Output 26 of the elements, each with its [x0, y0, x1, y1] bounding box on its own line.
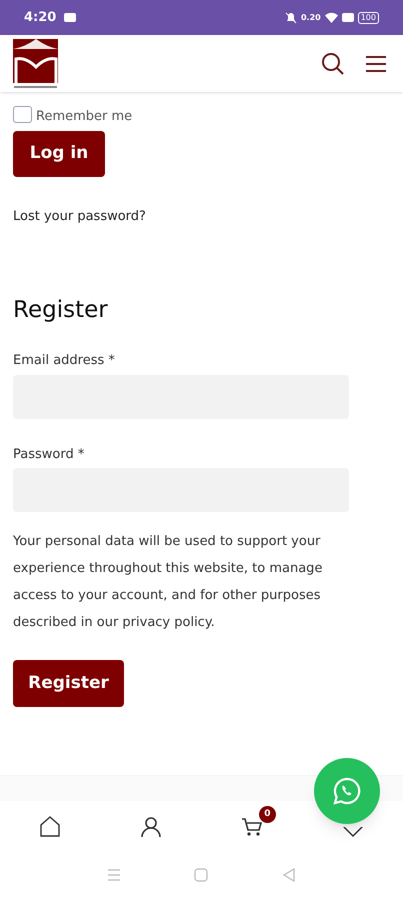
battery-level: 100: [358, 12, 379, 24]
wifi-icon: [324, 12, 338, 23]
notification-icon: [342, 13, 354, 22]
menu-icon[interactable]: [365, 54, 387, 72]
home-button-icon[interactable]: [194, 868, 208, 882]
chat-bubble-icon: [333, 777, 361, 805]
privacy-notice: Your personal data will be used to support your experience throughout this website, to manage access to your account, and for other purposes described in our privacy policy.: [13, 533, 324, 632]
remember-me-label: Remember me: [36, 108, 132, 126]
register-heading: Register: [13, 296, 109, 324]
recents-icon[interactable]: [106, 869, 121, 881]
lost-password-link[interactable]: Lost your password?: [13, 208, 146, 224]
person-icon[interactable]: [139, 815, 164, 839]
remember-me-checkbox[interactable]: [13, 106, 32, 123]
cart-count-badge: 0: [258, 806, 276, 823]
status-time: 4:20: [24, 8, 56, 27]
notification-icon: [64, 13, 76, 22]
login-button[interactable]: Log in: [13, 130, 105, 176]
register-button[interactable]: Register: [13, 660, 124, 707]
mute-icon: [284, 12, 297, 24]
field-label: Email address *: [13, 352, 116, 370]
network-speed: 0.20: [300, 12, 321, 24]
search-icon[interactable]: [321, 52, 345, 76]
home-icon[interactable]: [38, 815, 62, 839]
field-label: Password *: [13, 446, 86, 464]
back-icon[interactable]: [282, 868, 296, 882]
logo-icon: [12, 38, 60, 88]
